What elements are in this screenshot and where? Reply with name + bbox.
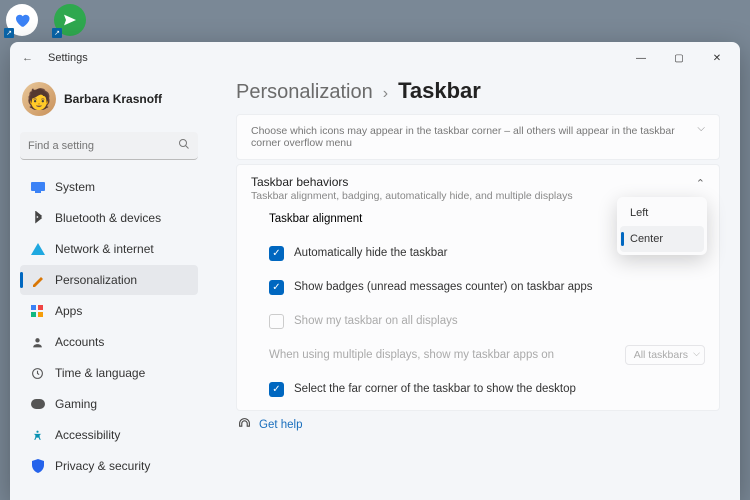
sidebar-item-label: Apps	[55, 304, 82, 318]
sidebar-item-personalization[interactable]: Personalization	[20, 265, 198, 295]
close-button[interactable]: ✕	[698, 44, 736, 72]
all-displays-checkbox	[269, 314, 284, 329]
sidebar-item-apps[interactable]: Apps	[20, 296, 198, 326]
sidebar-item-bluetooth[interactable]: Bluetooth & devices	[20, 203, 198, 233]
gaming-icon	[30, 397, 45, 412]
sidebar-item-network[interactable]: Network & internet	[20, 234, 198, 264]
sidebar-item-accessibility[interactable]: Accessibility	[20, 420, 198, 450]
nav: System Bluetooth & devices Network & int…	[20, 172, 198, 481]
chevron-down-icon: ⌵	[697, 123, 705, 134]
profile[interactable]: 🧑 Barbara Krasnoff	[20, 78, 198, 130]
search-input[interactable]	[20, 132, 198, 160]
sidebar-item-system[interactable]: System	[20, 172, 198, 202]
back-button[interactable]: ←	[22, 52, 42, 64]
all-displays-label: Show my taskbar on all displays	[294, 315, 458, 327]
accounts-icon	[30, 335, 45, 350]
titlebar: ← Settings ― ▢ ✕	[10, 42, 740, 74]
badges-checkbox[interactable]	[269, 280, 284, 295]
sidebar-item-label: Gaming	[55, 397, 97, 411]
personalization-icon	[30, 273, 45, 288]
sidebar-item-accounts[interactable]: Accounts	[20, 327, 198, 357]
desktop-shortcut-1[interactable]: ↗	[6, 4, 38, 36]
main-content: Personalization › Taskbar Choose which i…	[206, 74, 740, 500]
far-corner-row[interactable]: Select the far corner of the taskbar to …	[251, 372, 705, 406]
behaviors-subtitle: Taskbar alignment, badging, automaticall…	[251, 190, 573, 202]
badges-label: Show badges (unread messages counter) on…	[294, 281, 593, 293]
far-corner-checkbox[interactable]	[269, 382, 284, 397]
minimize-button[interactable]: ―	[622, 44, 660, 72]
multi-displays-select: All taskbars	[625, 345, 705, 365]
username: Barbara Krasnoff	[64, 92, 162, 106]
alignment-label: Taskbar alignment	[269, 213, 362, 225]
sidebar-item-label: Personalization	[55, 273, 137, 287]
network-icon	[30, 242, 45, 257]
sidebar-item-label: System	[55, 180, 95, 194]
sidebar-item-label: Accounts	[55, 335, 104, 349]
overflow-card[interactable]: Choose which icons may appear in the tas…	[236, 114, 720, 160]
app-title: Settings	[48, 52, 88, 64]
behaviors-title: Taskbar behaviors	[251, 175, 573, 189]
all-displays-row: Show my taskbar on all displays	[251, 304, 705, 338]
time-icon	[30, 366, 45, 381]
auto-hide-label: Automatically hide the taskbar	[294, 247, 447, 259]
sidebar-item-time[interactable]: Time & language	[20, 358, 198, 388]
alignment-option-center[interactable]: Center	[620, 226, 704, 252]
alignment-dropdown: Left Center	[617, 197, 707, 255]
bluetooth-icon	[30, 211, 45, 226]
sidebar-item-label: Accessibility	[55, 428, 120, 442]
accessibility-icon	[30, 428, 45, 443]
desktop-shortcut-2[interactable]: ↗	[54, 4, 86, 36]
sidebar-item-label: Bluetooth & devices	[55, 211, 161, 225]
breadcrumb-current: Taskbar	[398, 78, 481, 104]
sidebar-item-gaming[interactable]: Gaming	[20, 389, 198, 419]
chevron-right-icon: ›	[383, 85, 388, 103]
help-icon	[238, 417, 251, 433]
badges-row[interactable]: Show badges (unread messages counter) on…	[251, 270, 705, 304]
search-icon	[178, 138, 190, 153]
behaviors-card: Taskbar behaviors Taskbar alignment, bad…	[236, 164, 720, 411]
chevron-up-icon: ⌃	[696, 177, 705, 190]
search	[20, 132, 198, 160]
overflow-hint: Choose which icons may appear in the tas…	[251, 125, 679, 149]
settings-window: ← Settings ― ▢ ✕ 🧑 Barbara Krasnoff Syst…	[10, 42, 740, 500]
apps-icon	[30, 304, 45, 319]
sidebar: 🧑 Barbara Krasnoff System Bluetooth & de…	[10, 74, 206, 500]
breadcrumb-parent[interactable]: Personalization	[236, 81, 373, 104]
sidebar-item-label: Privacy & security	[55, 459, 150, 473]
get-help-label: Get help	[259, 419, 302, 431]
sidebar-item-privacy[interactable]: Privacy & security	[20, 451, 198, 481]
maximize-button[interactable]: ▢	[660, 44, 698, 72]
get-help-link[interactable]: Get help	[236, 417, 720, 433]
breadcrumb: Personalization › Taskbar	[236, 78, 720, 104]
auto-hide-checkbox[interactable]	[269, 246, 284, 261]
sidebar-item-label: Network & internet	[55, 242, 154, 256]
multi-displays-label: When using multiple displays, show my ta…	[269, 349, 554, 361]
privacy-icon	[30, 459, 45, 474]
system-icon	[30, 180, 45, 195]
multi-displays-row: When using multiple displays, show my ta…	[251, 338, 705, 372]
alignment-option-left[interactable]: Left	[620, 200, 704, 226]
sidebar-item-label: Time & language	[55, 366, 145, 380]
far-corner-label: Select the far corner of the taskbar to …	[294, 383, 576, 395]
avatar: 🧑	[22, 82, 56, 116]
